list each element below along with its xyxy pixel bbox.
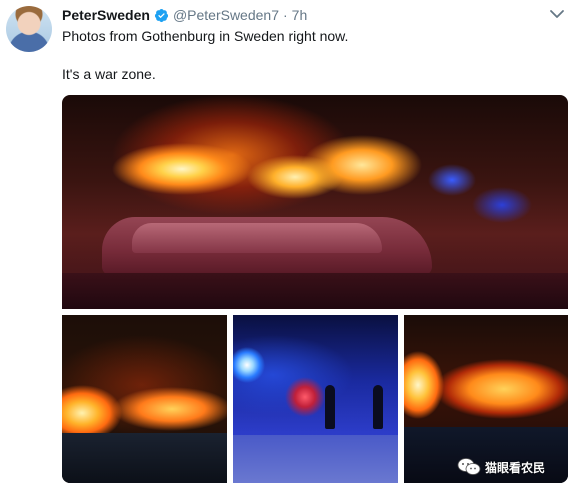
tweet-timestamp[interactable]: 7h (292, 7, 308, 23)
street-shape (233, 435, 398, 483)
parked-cars-shape (62, 433, 227, 483)
author-avatar[interactable] (6, 6, 52, 52)
watermark: 猫眼看农民 (457, 456, 545, 478)
header-separator: · (283, 7, 288, 23)
watermark-text: 猫眼看农民 (485, 460, 546, 475)
photo-burning-car[interactable] (62, 95, 568, 309)
author-name[interactable]: PeterSweden (62, 7, 150, 23)
person-silhouette (373, 385, 383, 429)
photo-police-lights[interactable] (233, 315, 398, 483)
media-grid (62, 95, 568, 483)
car-window-shape (132, 223, 382, 253)
wechat-logo-icon (457, 458, 481, 475)
verified-badge-icon (154, 8, 168, 22)
tweet-text: Photos from Gothenburg in Sweden right n… (62, 27, 348, 84)
tweet-text-line-2: It's a war zone. (62, 66, 156, 82)
tweet-header: PeterSweden @PeterSweden7 · 7h (62, 6, 307, 24)
chevron-down-icon[interactable] (549, 8, 565, 20)
author-handle[interactable]: @PeterSweden7 (173, 7, 279, 23)
person-silhouette (325, 385, 335, 429)
tweet-text-line-1: Photos from Gothenburg in Sweden right n… (62, 28, 349, 44)
photo-fire-cars[interactable] (62, 315, 227, 483)
ground-shape (62, 273, 568, 309)
